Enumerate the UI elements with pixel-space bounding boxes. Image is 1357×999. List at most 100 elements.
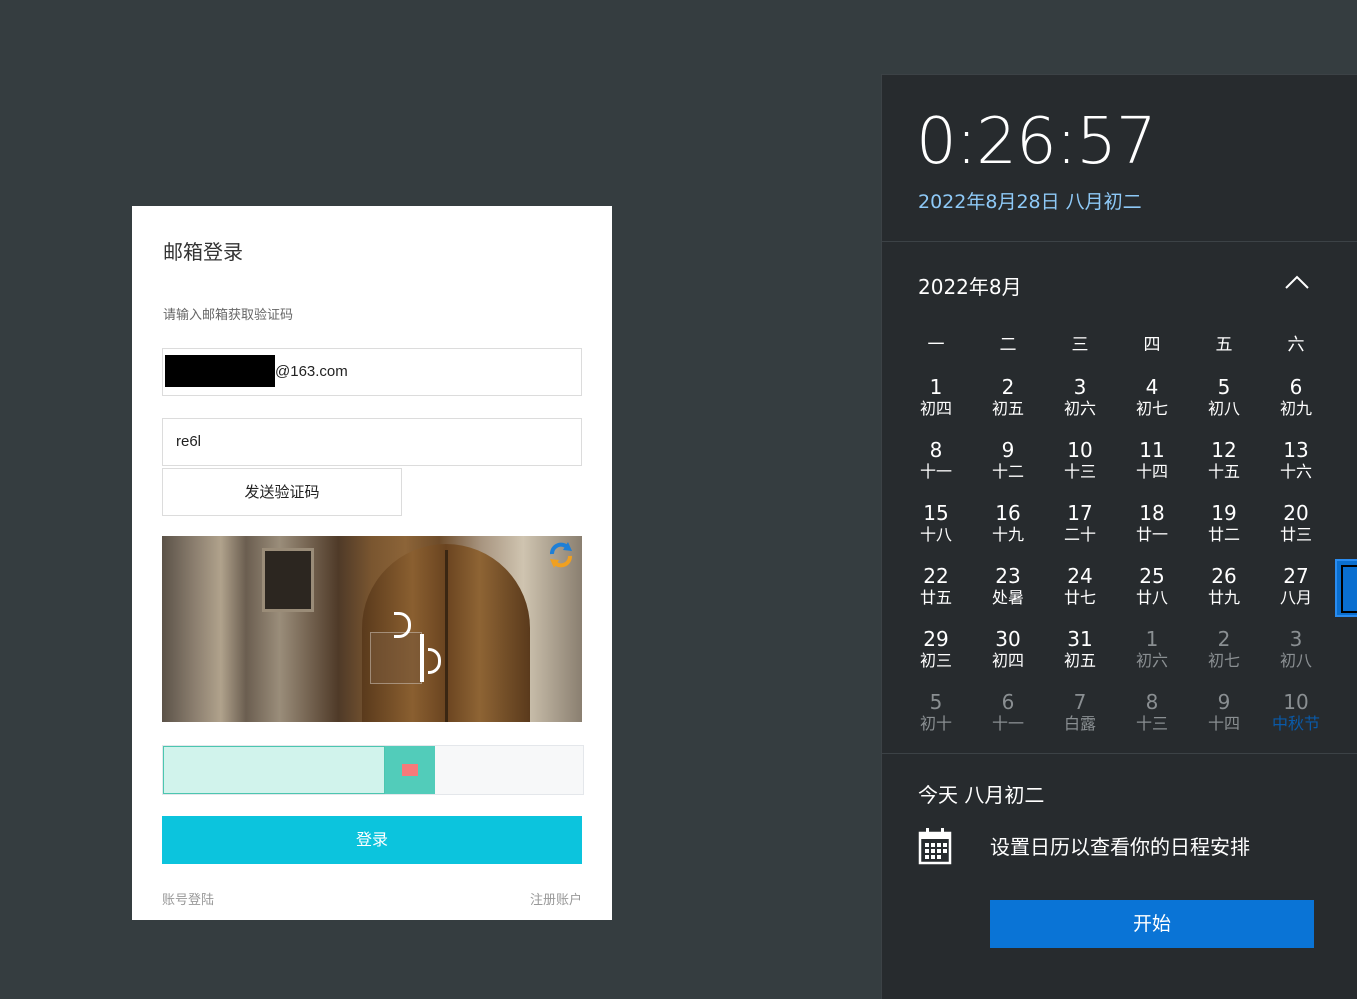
calendar-day[interactable]: 3 初八 [1260,627,1332,690]
lunar-date: 初四 [991,651,1024,670]
calendar-day[interactable]: 26 廿九 [1188,564,1260,627]
calendar-day[interactable]: 9 十四 [1188,690,1260,753]
lunar-date: 处暑 [991,588,1024,607]
slider-handle[interactable] [385,746,435,794]
captcha-window [262,548,314,612]
calendar-day[interactable]: 2 初七 [1188,627,1260,690]
captcha-image [162,536,582,722]
lunar-date: 初八 [1279,651,1312,670]
calendar-day[interactable]: 31 初五 [1044,627,1116,690]
agenda-text: 设置日历以查看你的日程安排 [990,835,1250,859]
weekday-label: 六 [1287,335,1305,355]
weekday-label: 一 [927,335,945,355]
calendar-day[interactable]: 4 初七 [1116,375,1188,438]
calendar-day[interactable]: 7 白露 [1044,690,1116,753]
divider [882,241,1357,242]
day-number: 16 [995,501,1021,525]
calendar-day[interactable]: 1 初四 [900,375,972,438]
calendar-day[interactable]: 8 十三 [1116,690,1188,753]
day-number: 7 [1073,690,1087,714]
day-number: 3 [1289,627,1303,651]
account-login-link[interactable]: 账号登陆 [162,889,214,908]
login-button[interactable]: 登录 [162,816,582,864]
day-number: 1 [929,375,943,399]
month-label[interactable]: 2022年8月 [918,271,1022,300]
calendar-day[interactable]: 8 十一 [900,438,972,501]
day-number: 19 [1211,501,1237,525]
calendar-day[interactable]: 12 十五 [1188,438,1260,501]
calendar-day[interactable]: 27 八月 [1260,564,1332,627]
day-number: 29 [923,627,949,651]
calendar-day[interactable]: 10 十三 [1044,438,1116,501]
day-number: 8 [929,438,943,462]
day-number: 8 [1145,690,1159,714]
today-cell-highlight[interactable] [1335,559,1357,617]
calendar-day[interactable]: 15 十八 [900,501,972,564]
calendar-day[interactable]: 2 初五 [972,375,1044,438]
day-number: 18 [1139,501,1165,525]
captcha-slider [162,745,584,795]
verification-code-field[interactable]: re6l [162,418,582,466]
day-number: 31 [1067,627,1093,651]
day-number: 10 [1283,690,1309,714]
redaction-block [165,355,275,387]
calendar-day[interactable]: 6 初九 [1260,375,1332,438]
lunar-date: 初三 [919,651,952,670]
day-number: 4 [1145,375,1159,399]
day-number: 15 [923,501,949,525]
register-link[interactable]: 注册账户 [530,889,582,908]
chevron-up-icon[interactable] [1284,271,1310,293]
calendar-day[interactable]: 30 初四 [972,627,1044,690]
lunar-date: 十四 [1207,714,1240,733]
lunar-date: 十三 [1063,462,1096,481]
day-number: 10 [1067,438,1093,462]
today-label: 今天 八月初二 [918,783,1045,807]
lunar-date: 十六 [1279,462,1312,481]
lunar-date: 十九 [991,525,1024,544]
lunar-date: 白露 [1063,714,1096,733]
calendar-day[interactable]: 17 二十 [1044,501,1116,564]
day-number: 6 [1289,375,1303,399]
lunar-date: 初四 [919,399,952,418]
lunar-date: 廿五 [919,588,952,607]
calendar-day[interactable]: 1 初六 [1116,627,1188,690]
calendar-day[interactable]: 22 廿五 [900,564,972,627]
lunar-date: 廿三 [1279,525,1312,544]
weekday-label: 四 [1143,335,1161,355]
calendar-day[interactable]: 16 十九 [972,501,1044,564]
weekday-label: 五 [1215,335,1233,355]
send-code-button[interactable]: 发送验证码 [162,468,402,516]
lunar-date: 十四 [1135,462,1168,481]
day-number: 2 [1001,375,1015,399]
lunar-date: 十一 [991,714,1024,733]
calendar-day[interactable]: 5 初十 [900,690,972,753]
date-link[interactable]: 2022年8月28日 八月初二 [918,187,1142,214]
weekday-label: 二 [999,335,1017,355]
day-number: 25 [1139,564,1165,588]
calendar-day[interactable]: 10 中秋节 [1260,690,1332,753]
start-button[interactable]: 开始 [990,900,1314,948]
calendar-day[interactable]: 25 廿八 [1116,564,1188,627]
day-number: 11 [1139,438,1165,462]
calendar-day[interactable]: 19 廿二 [1188,501,1260,564]
calendar-day[interactable]: 24 廿七 [1044,564,1116,627]
calendar-day[interactable]: 13 十六 [1260,438,1332,501]
refresh-icon[interactable] [546,540,576,570]
calendar-day[interactable]: 29 初三 [900,627,972,690]
email-field[interactable]: @163.com [162,348,582,396]
calendar-day[interactable]: 11 十四 [1116,438,1188,501]
lunar-date: 初八 [1207,399,1240,418]
lunar-date: 初六 [1063,399,1096,418]
captcha-puzzle-piece [370,632,422,684]
day-number: 1 [1145,627,1159,651]
calendar-day[interactable]: 18 廿一 [1116,501,1188,564]
calendar-day[interactable]: 9 十二 [972,438,1044,501]
day-number: 2 [1217,627,1231,651]
calendar-day[interactable]: 20 廿三 [1260,501,1332,564]
calendar-day[interactable]: 23 处暑 [972,564,1044,627]
lunar-date: 初十 [919,714,952,733]
calendar-day[interactable]: 3 初六 [1044,375,1116,438]
lunar-date: 初七 [1207,651,1240,670]
calendar-day[interactable]: 5 初八 [1188,375,1260,438]
calendar-day[interactable]: 6 十一 [972,690,1044,753]
